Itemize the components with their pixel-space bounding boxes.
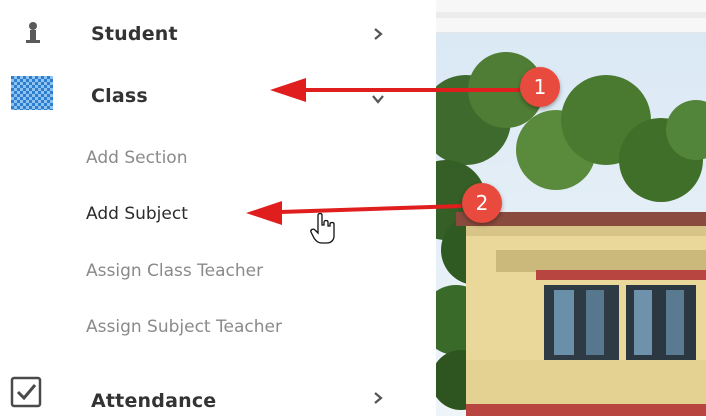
sidebar-item-attendance[interactable]: Attendance [0, 370, 436, 420]
sidebar-item-label: Class [91, 85, 148, 107]
sidebar-item-class[interactable]: Class [0, 72, 436, 122]
submenu-item-add-section[interactable]: Add Section [86, 148, 187, 168]
sidebar-item-label: Attendance [91, 390, 217, 412]
chevron-right-icon [374, 28, 383, 40]
checkbox-icon [10, 376, 42, 408]
student-icon [26, 22, 40, 43]
submenu-item-assign-class-teacher[interactable]: Assign Class Teacher [86, 261, 263, 281]
checkered-icon [11, 76, 53, 110]
sidebar: Student Class Add Section Add Subject As… [0, 0, 436, 416]
chevron-down-icon [372, 95, 384, 104]
annotation-badge-1: 1 [520, 67, 560, 107]
photo-top-bar [436, 0, 706, 33]
submenu-item-add-subject[interactable]: Add Subject [86, 204, 188, 224]
submenu-item-assign-subject-teacher[interactable]: Assign Subject Teacher [86, 317, 282, 337]
annotation-badge-2: 2 [462, 183, 502, 223]
hand-cursor-icon [310, 212, 335, 244]
sidebar-item-label: Student [91, 23, 178, 45]
sidebar-item-student[interactable]: Student [0, 10, 436, 60]
chevron-right-icon [374, 392, 383, 404]
